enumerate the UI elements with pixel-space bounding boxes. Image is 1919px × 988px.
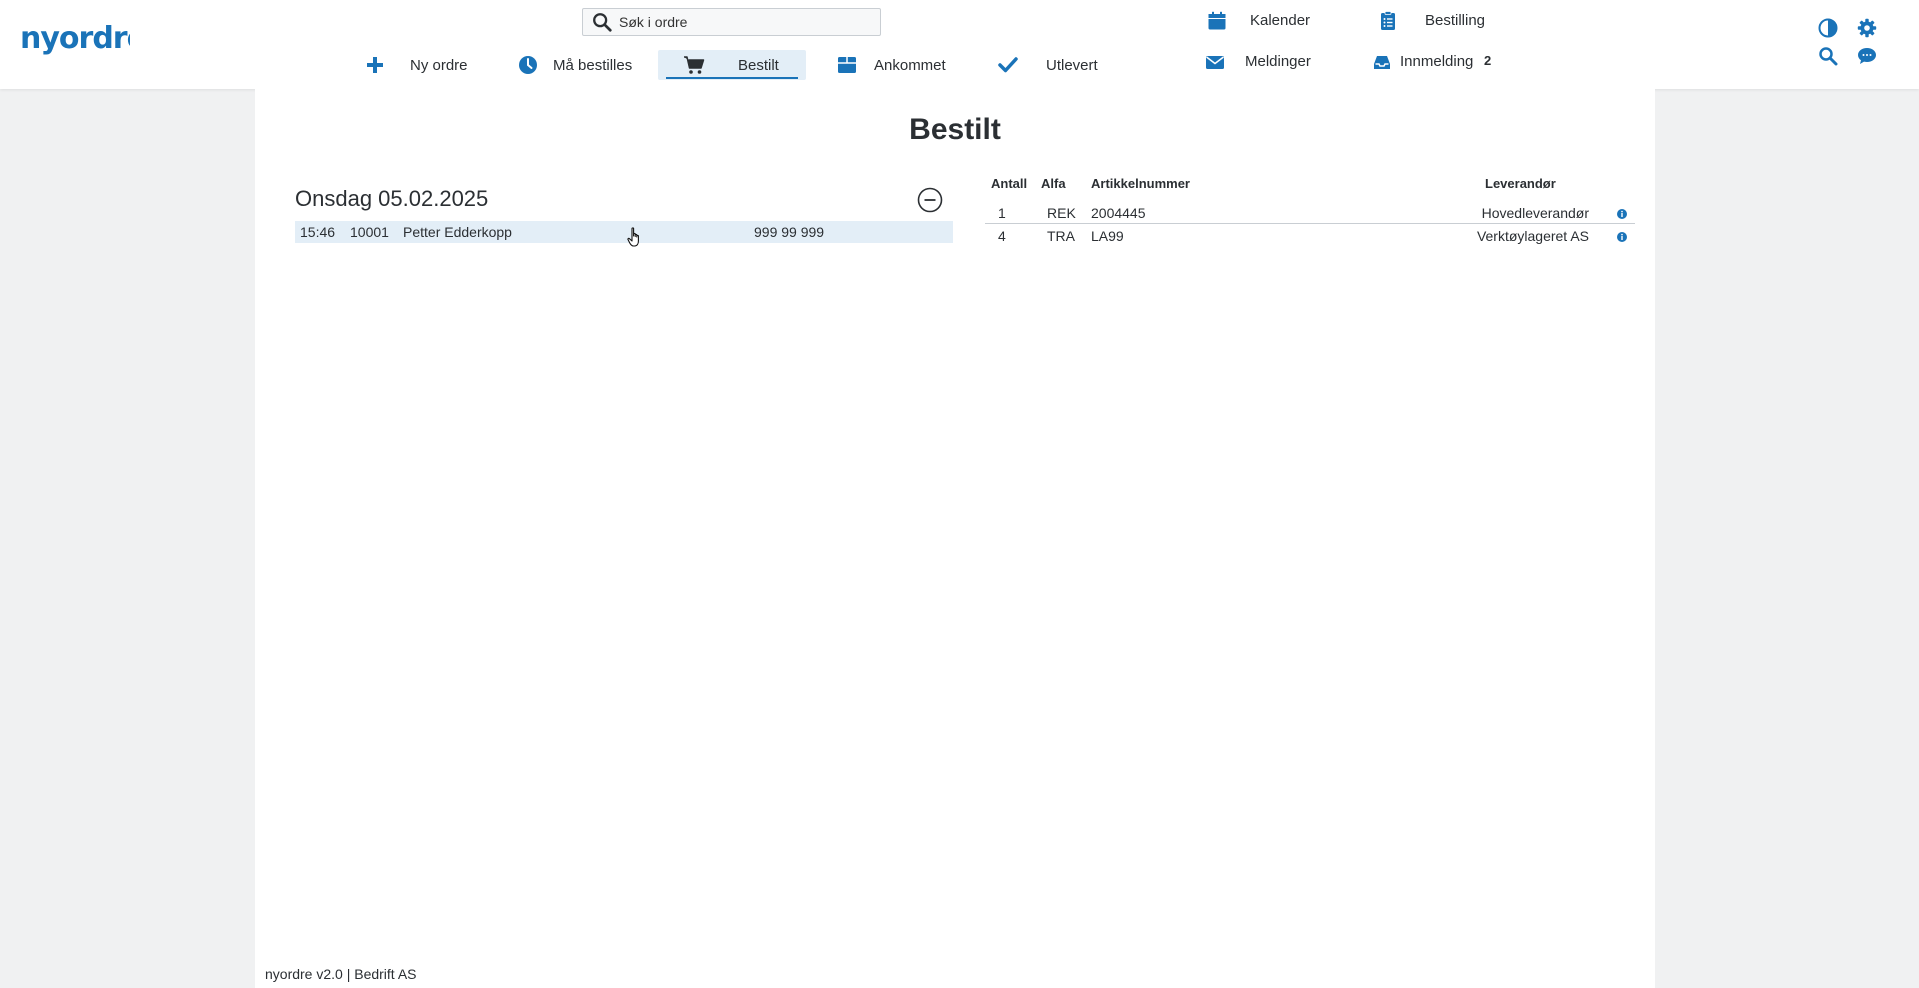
page-title: Bestilt [909,113,1001,146]
table-row: 1 REK 2004445 Hovedleverandør [985,202,1635,224]
kalender-link[interactable]: Kalender [1207,9,1317,33]
collapse-minus-icon[interactable] [917,187,943,213]
footer-version: nyordre v2.0 | Bedrift AS [265,966,417,982]
header-leverandor: Leverandør [1485,176,1556,191]
cell-antall: 4 [998,228,1006,244]
info-icon[interactable] [1617,232,1627,242]
search-icon [593,13,612,32]
nav-label: Utlevert [1046,57,1098,74]
clock-icon [517,54,539,76]
day-heading: Onsdag 05.02.2025 [295,186,489,211]
box-icon [836,54,858,76]
header-antall: Antall [991,176,1028,191]
nav-utlevert[interactable]: Utlevert [997,50,1107,80]
innmelding-label: Innmelding [1400,53,1474,70]
header-artikkelnummer: Artikkelnummer [1091,176,1190,191]
nav-label: Bestilt [738,57,779,74]
inbox-icon [1374,56,1390,69]
order-time: 15:46 [300,224,336,240]
gear-icon[interactable] [1857,18,1877,38]
meldinger-label: Meldinger [1245,53,1311,70]
table-row: 4 TRA LA99 Verktøylageret AS [985,225,1635,247]
cart-icon [683,54,705,76]
search-icon[interactable] [1818,46,1838,66]
cell-alfa: TRA [1047,228,1075,244]
nav-label: Ankommet [874,57,946,74]
bestilling-link[interactable]: Bestilling [1378,9,1498,33]
sms-icon[interactable] [1857,46,1877,66]
nav-label: Ny ordre [410,57,468,74]
clipboard-list-icon [1381,11,1395,30]
top-bar: nyordre Ny ordre Må bestilles Bestilt An… [0,0,1919,89]
main-panel: Bestilt Onsdag 05.02.2025 15:46 10001 Pe… [255,89,1655,988]
cell-artikkelnummer: 2004445 [1091,205,1146,221]
info-icon[interactable] [1617,209,1627,219]
innmelding-link[interactable]: Innmelding 2 [1372,50,1502,74]
hand-cursor-icon [627,227,639,247]
nav-label: Må bestilles [553,57,633,74]
order-number: 10001 [350,224,389,240]
cell-leverandor: Verktøylageret AS [1476,228,1589,244]
check-icon [997,54,1019,76]
nav-bestilt[interactable]: Bestilt [658,50,806,80]
order-customer: Petter Edderkopp [403,224,512,240]
calendar-icon [1208,11,1226,30]
nyordre-logo[interactable]: nyordre [20,14,130,64]
order-phone: 999 99 999 [754,224,825,240]
meldinger-link[interactable]: Meldinger [1205,50,1315,74]
bestilling-label: Bestilling [1425,12,1486,29]
cell-artikkelnummer: LA99 [1091,228,1124,244]
svg-text:nyordre: nyordre [20,21,130,56]
innmelding-count-badge: 2 [1484,53,1492,68]
cell-leverandor: Hovedleverandør [1481,205,1589,221]
row-divider [985,223,1635,224]
plus-icon [364,54,386,76]
search-input[interactable] [619,14,869,30]
search-box[interactable] [582,8,881,36]
kalender-label: Kalender [1250,12,1311,29]
cell-antall: 1 [998,205,1006,221]
order-row[interactable]: 15:46 10001 Petter Edderkopp 999 99 999 [295,221,953,243]
nav-ankommet[interactable]: Ankommet [836,50,956,80]
envelope-icon [1206,56,1224,69]
nav-ny-ordre[interactable]: Ny ordre [364,50,474,80]
nav-ma-bestilles[interactable]: Må bestilles [517,50,647,80]
contrast-icon[interactable] [1818,18,1838,38]
header-alfa: Alfa [1041,176,1066,191]
cell-alfa: REK [1047,205,1076,221]
